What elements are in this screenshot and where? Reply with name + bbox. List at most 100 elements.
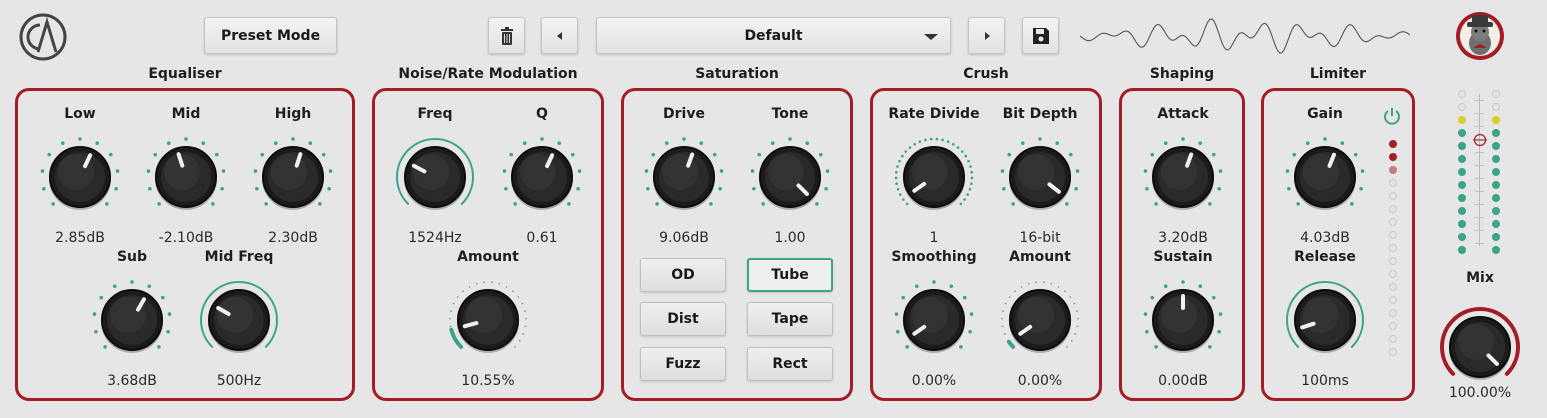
gr-meter-segment	[1389, 270, 1397, 278]
output-meter-segment	[1458, 194, 1466, 202]
saturation-mode-dist[interactable]: Dist	[640, 302, 726, 336]
gr-meter-segment	[1389, 231, 1397, 239]
output-meter-tick	[1475, 217, 1484, 218]
output-meter-segment	[1492, 155, 1500, 163]
noise-freq-value: 1524Hz	[408, 230, 462, 246]
sat-tone-label: Tone	[771, 106, 809, 122]
crush-bit-depth-knob[interactable]	[996, 133, 1084, 221]
eq-low-label: Low	[64, 106, 96, 122]
gr-meter-segment	[1389, 283, 1397, 291]
output-meter-segment	[1458, 168, 1466, 176]
eq-mid-knob[interactable]	[142, 133, 230, 221]
output-meter-segment	[1458, 220, 1466, 228]
equaliser-title: Equaliser	[148, 66, 222, 82]
noise-amount-knob[interactable]	[444, 276, 532, 364]
crush-title: Crush	[963, 66, 1009, 82]
crush-smoothing-value: 0.00%	[911, 373, 957, 389]
delete-preset-button[interactable]	[488, 17, 525, 54]
eq-low-knob[interactable]	[36, 133, 124, 221]
gr-meter-segment	[1389, 296, 1397, 304]
noise-amount-label: Amount	[457, 249, 519, 265]
gr-meter-segment	[1389, 140, 1397, 148]
mascot-avatar-icon[interactable]	[1453, 10, 1509, 62]
output-meter-segment	[1458, 155, 1466, 163]
crush-rate-divide-knob[interactable]	[890, 133, 978, 221]
noise-rate-modulation-title: Noise/Rate Modulation	[398, 66, 578, 82]
sat-drive-label: Drive	[663, 106, 705, 122]
sat-tone-value: 1.00	[774, 230, 806, 246]
saturation-title: Saturation	[695, 66, 779, 82]
output-meter-segment	[1458, 103, 1466, 111]
preset-selector-dropdown[interactable]: Default	[596, 17, 951, 54]
power-icon[interactable]	[1382, 106, 1402, 126]
shaping-attack-knob[interactable]	[1139, 133, 1227, 221]
output-meter-segment	[1458, 116, 1466, 124]
crush-rate-divide-label: Rate Divide	[888, 106, 980, 122]
gr-meter-segment	[1389, 322, 1397, 330]
gr-meter-segment	[1389, 166, 1397, 174]
crush-bit-depth-value: 16-bit	[1019, 230, 1061, 246]
eq-mid-label: Mid	[171, 106, 201, 122]
noise-amount-value: 10.55%	[461, 373, 515, 389]
saturation-mode-od[interactable]: OD	[640, 258, 726, 292]
save-preset-button[interactable]	[1022, 17, 1059, 54]
right-arrow-icon	[984, 31, 990, 40]
mix-value: 100.00%	[1448, 385, 1512, 401]
eq-high-knob[interactable]	[249, 133, 337, 221]
output-meter-segment	[1492, 168, 1500, 176]
crush-amount-label: Amount	[1009, 249, 1071, 265]
eq-mid-freq-label: Mid Freq	[204, 249, 274, 265]
output-meter-segment	[1492, 181, 1500, 189]
shaping-title: Shaping	[1149, 66, 1215, 82]
noise-freq-label: Freq	[417, 106, 453, 122]
crush-rate-divide-value: 1	[929, 230, 939, 246]
output-meter-segment	[1492, 233, 1500, 241]
saturation-mode-tape[interactable]: Tape	[747, 302, 833, 336]
limiter-gain-knob[interactable]	[1281, 133, 1369, 221]
left-arrow-icon	[556, 31, 562, 40]
limiter-release-knob[interactable]	[1281, 276, 1369, 364]
eq-sub-value: 3.68dB	[107, 373, 157, 389]
output-meter-tick	[1475, 165, 1484, 166]
preset-mode-button[interactable]: Preset Mode	[204, 17, 337, 54]
shaping-sustain-knob[interactable]	[1139, 276, 1227, 364]
mix-label: Mix	[1466, 270, 1494, 286]
output-meter-tick	[1475, 126, 1484, 127]
output-meter-segment	[1458, 181, 1466, 189]
ca-logo-icon	[19, 13, 67, 61]
gr-meter-segment	[1389, 205, 1397, 213]
shaping-attack-label: Attack	[1157, 106, 1209, 122]
crush-bit-depth-label: Bit Depth	[1002, 106, 1078, 122]
saturation-mode-rect[interactable]: Rect	[747, 347, 833, 381]
next-preset-button[interactable]	[968, 17, 1005, 54]
output-meter-segment	[1492, 129, 1500, 137]
noise-q-label: Q	[536, 106, 548, 122]
output-meter-segment	[1492, 142, 1500, 150]
noise-freq-knob[interactable]	[391, 133, 479, 221]
eq-sub-knob[interactable]	[88, 276, 176, 364]
output-meter-segment	[1458, 142, 1466, 150]
noise-q-knob[interactable]	[498, 133, 586, 221]
output-fader-handle[interactable]	[1473, 133, 1487, 147]
eq-low-value: 2.85dB	[55, 230, 105, 246]
output-meter-tick	[1475, 113, 1484, 114]
previous-preset-button[interactable]	[541, 17, 578, 54]
waveform-display	[1080, 18, 1410, 54]
output-meter-segment	[1458, 246, 1466, 254]
crush-smoothing-knob[interactable]	[890, 276, 978, 364]
output-meter-fader-track[interactable]	[1479, 94, 1480, 246]
crush-amount-value: 0.00%	[1017, 373, 1063, 389]
output-meter-segment	[1492, 220, 1500, 228]
output-meter-tick	[1475, 230, 1484, 231]
crush-amount-knob[interactable]	[996, 276, 1084, 364]
eq-mid-freq-knob[interactable]	[195, 276, 283, 364]
saturation-mode-tube[interactable]: Tube	[747, 258, 833, 292]
sat-tone-knob[interactable]	[746, 133, 834, 221]
output-meter-tick	[1475, 191, 1484, 192]
sat-drive-knob[interactable]	[640, 133, 728, 221]
eq-sub-label: Sub	[116, 249, 148, 265]
mix-knob[interactable]	[1436, 303, 1524, 391]
output-meter-tick	[1475, 100, 1484, 101]
saturation-mode-fuzz[interactable]: Fuzz	[640, 347, 726, 381]
gr-meter-segment	[1389, 348, 1397, 356]
